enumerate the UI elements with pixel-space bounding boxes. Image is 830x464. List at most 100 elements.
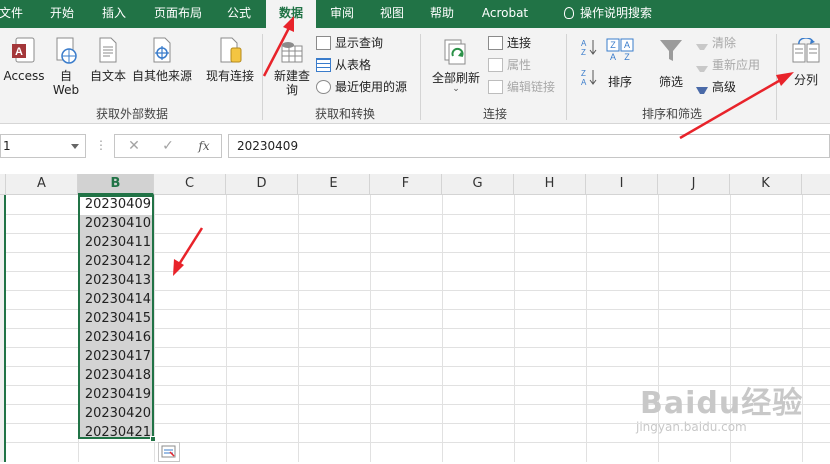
name-box-value: 1 — [3, 139, 11, 153]
cell-b1[interactable]: 20230409 — [80, 195, 152, 214]
cancel-entry-icon[interactable]: ✕ — [119, 135, 149, 157]
sort-az-button[interactable]: A Z — [578, 38, 600, 59]
tab-data[interactable]: 数据 — [266, 0, 316, 30]
existing-connections-button[interactable]: 现有连接 — [202, 36, 258, 83]
from-web-button[interactable]: 自 Web — [50, 36, 82, 97]
tab-help[interactable]: 帮助 — [420, 0, 464, 28]
group-separator — [776, 34, 777, 120]
formula-bar-splitter-icon[interactable]: ⋮ — [95, 138, 107, 152]
tab-page-layout[interactable]: 页面布局 — [146, 0, 210, 28]
group-label-get-transform: 获取和转换 — [314, 107, 375, 121]
tab-acrobat[interactable]: Acrobat — [474, 0, 536, 28]
show-queries-icon — [316, 36, 331, 50]
column-header-e[interactable]: E — [298, 174, 370, 195]
tell-me-search[interactable]: 操作说明搜索 — [550, 0, 666, 28]
column-header-h[interactable]: H — [514, 174, 586, 195]
column-header-d[interactable]: D — [226, 174, 298, 195]
table-icon — [316, 58, 331, 72]
name-box-dropdown-icon[interactable] — [71, 144, 79, 149]
refresh-all-button[interactable]: 全部刷新 ⌄ — [428, 38, 484, 94]
column-header-partial[interactable] — [802, 174, 830, 195]
formula-bar: 1 ⋮ ✕ ✓ fx 20230409 — [0, 124, 830, 170]
cell-b8[interactable]: 20230416 — [80, 328, 152, 347]
recent-sources-icon — [316, 80, 331, 94]
worksheet-grid[interactable]: A B C D E F G H I J K 20230409 20230410 … — [0, 170, 830, 462]
ribbon-tab-bar: 文件 开始 插入 页面布局 公式 数据 审阅 视图 帮助 Acrobat 操作说… — [0, 0, 830, 30]
recent-sources-button[interactable]: 最近使用的源 — [316, 78, 407, 98]
edit-links-button[interactable]: 编辑链接 — [488, 78, 555, 98]
gridline — [6, 442, 830, 443]
cell-b6[interactable]: 20230414 — [80, 290, 152, 309]
text-to-columns-icon — [792, 38, 820, 63]
svg-text:A: A — [581, 78, 587, 86]
from-other-sources-label: 自其他来源 — [131, 69, 192, 83]
edit-links-label: 编辑链接 — [507, 80, 556, 94]
cell-b12[interactable]: 20230420 — [80, 404, 152, 423]
from-access-button[interactable]: A Access — [2, 36, 46, 83]
advanced-filter-icon — [696, 87, 708, 94]
svg-text:A: A — [15, 46, 23, 58]
from-text-button[interactable]: 自文本 — [88, 36, 128, 83]
from-other-sources-button[interactable]: 自其他来源 — [130, 36, 194, 83]
advanced-filter-label: 高级 — [712, 80, 737, 94]
cell-b10[interactable]: 20230418 — [80, 366, 152, 385]
tab-home[interactable]: 开始 — [40, 0, 84, 28]
column-header-f[interactable]: F — [370, 174, 442, 195]
group-separator — [420, 34, 421, 120]
connections-button[interactable]: 连接 — [488, 34, 531, 54]
cell-b11[interactable]: 20230419 — [80, 385, 152, 404]
new-query-button[interactable]: 新建查 询 — [270, 38, 314, 97]
group-label-sort-filter: 排序和筛选 — [641, 107, 702, 121]
cell-b5[interactable]: 20230413 — [80, 271, 152, 290]
cell-b2[interactable]: 20230410 — [80, 214, 152, 233]
tab-formulas[interactable]: 公式 — [218, 0, 260, 28]
column-header-a[interactable]: A — [6, 174, 78, 195]
sort-descending-icon: Z A — [581, 69, 597, 87]
properties-icon — [488, 58, 503, 72]
reapply-button[interactable]: 重新应用 — [696, 56, 760, 76]
clear-filter-button[interactable]: 清除 — [696, 34, 736, 54]
formula-input[interactable]: 20230409 — [228, 134, 830, 158]
column-header-g[interactable]: G — [442, 174, 514, 195]
confirm-entry-icon[interactable]: ✓ — [153, 135, 183, 157]
properties-button[interactable]: 属性 — [488, 56, 531, 76]
recent-sources-label: 最近使用的源 — [335, 80, 408, 94]
watermark-logo: Baidu经验 — [640, 386, 804, 421]
text-to-columns-button[interactable]: 分列 — [788, 38, 824, 87]
sort-button[interactable]: Z A A Z 排序 — [604, 38, 636, 89]
insert-function-icon[interactable]: fx — [189, 135, 219, 157]
filter-button[interactable]: 筛选 — [654, 38, 688, 89]
new-query-label-1: 新建查 — [273, 69, 310, 83]
column-header-i[interactable]: I — [586, 174, 658, 195]
sort-za-button[interactable]: Z A — [578, 68, 600, 89]
sort-dialog-icon: Z A A Z — [606, 38, 634, 62]
refresh-dropdown-icon[interactable]: ⌄ — [428, 85, 484, 94]
text-to-columns-label: 分列 — [793, 73, 818, 87]
advanced-filter-button[interactable]: 高级 — [696, 78, 736, 98]
tab-file[interactable]: 文件 — [0, 0, 26, 28]
existing-connections-label: 现有连接 — [205, 69, 254, 83]
fill-handle[interactable] — [150, 436, 156, 442]
tab-insert[interactable]: 插入 — [92, 0, 136, 28]
from-web-label-1: 自 — [59, 69, 72, 83]
column-header-j[interactable]: J — [658, 174, 730, 195]
cell-b7[interactable]: 20230415 — [80, 309, 152, 328]
web-globe-icon — [56, 37, 77, 64]
tab-view[interactable]: 视图 — [370, 0, 414, 28]
cell-b13[interactable]: 20230421 — [80, 423, 152, 442]
column-header-b[interactable]: B — [78, 174, 154, 195]
column-header-k[interactable]: K — [730, 174, 802, 195]
show-queries-button[interactable]: 显示查询 — [316, 34, 383, 54]
text-file-icon — [99, 37, 117, 63]
sort-label: 排序 — [607, 75, 632, 89]
cell-b3[interactable]: 20230411 — [80, 233, 152, 252]
tab-review[interactable]: 审阅 — [320, 0, 364, 28]
name-box[interactable]: 1 — [0, 134, 86, 158]
refresh-all-label: 全部刷新 — [431, 71, 480, 85]
column-header-c[interactable]: C — [154, 174, 226, 195]
quick-analysis-button[interactable] — [158, 442, 180, 462]
cell-b9[interactable]: 20230417 — [80, 347, 152, 366]
properties-label: 属性 — [507, 58, 532, 72]
cell-b4[interactable]: 20230412 — [80, 252, 152, 271]
from-table-button[interactable]: 从表格 — [316, 56, 371, 76]
